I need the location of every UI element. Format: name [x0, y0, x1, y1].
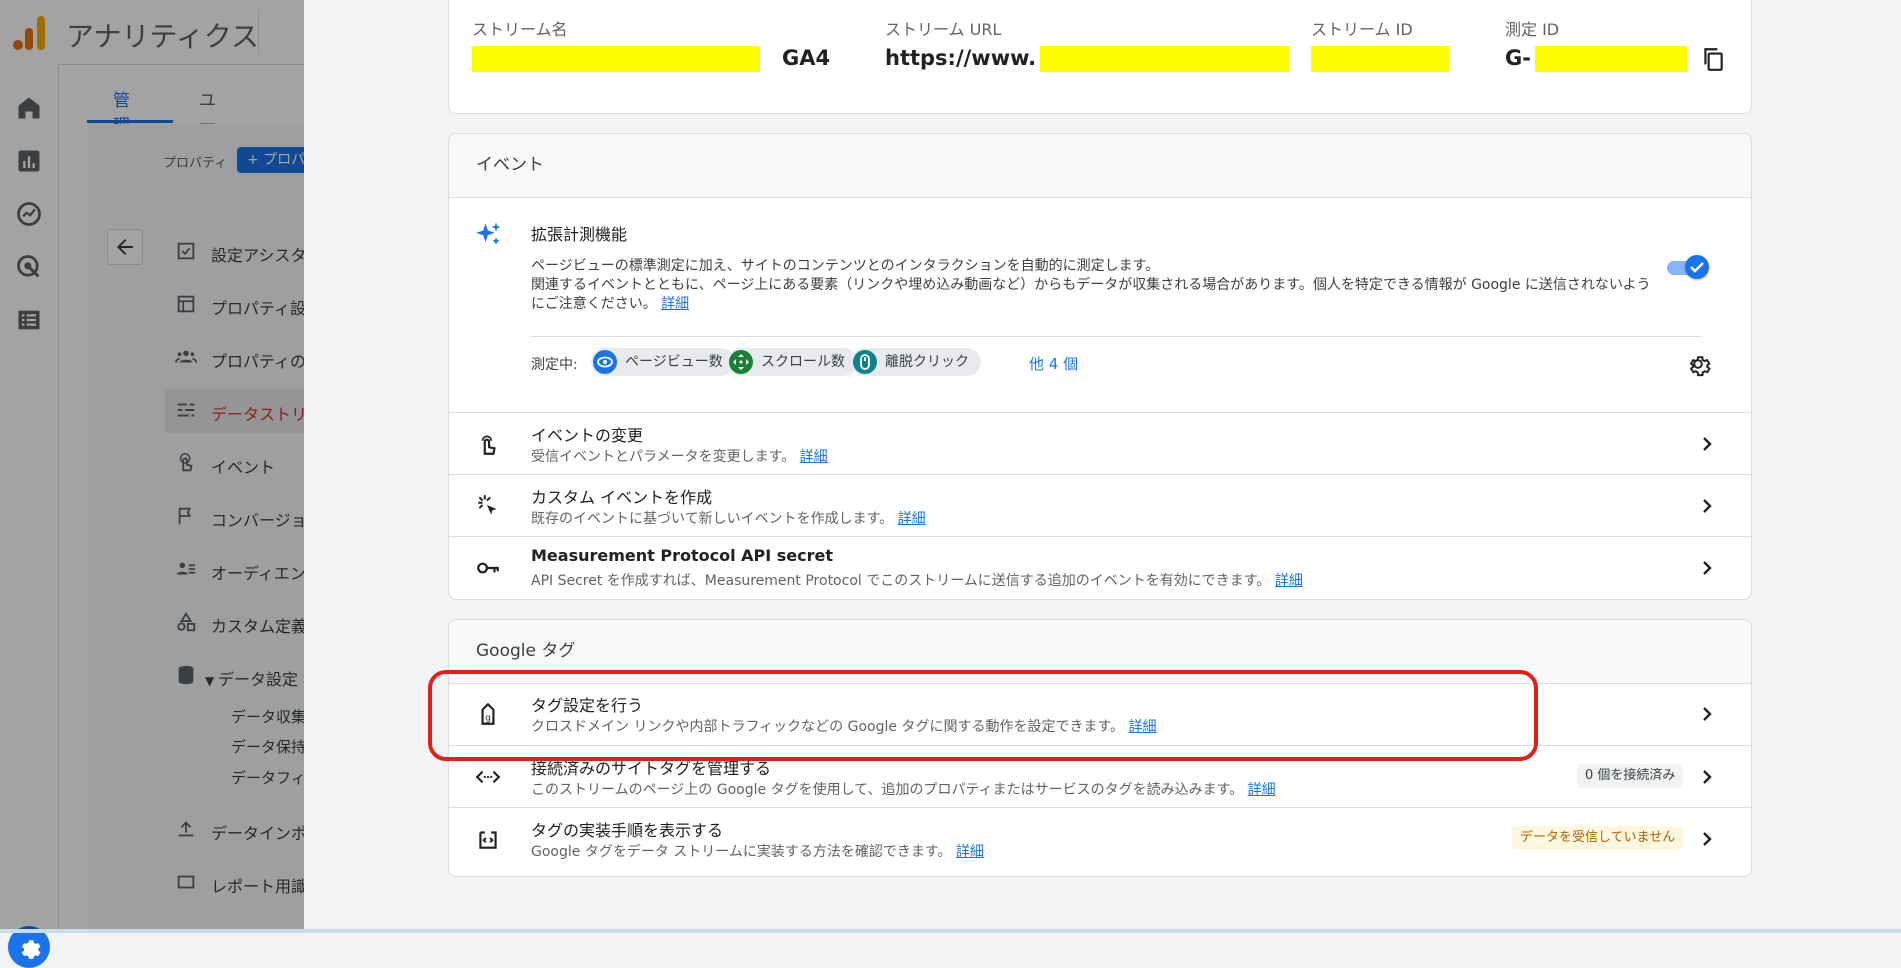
chevron-right-icon	[1703, 832, 1712, 846]
chip-page-views: ページビュー数	[591, 348, 735, 376]
learn-more-link[interactable]: 詳細	[1275, 573, 1303, 589]
status-badge: データを受信していません	[1512, 826, 1684, 850]
events-card-title: イベント	[449, 134, 1751, 198]
connected-count-badge: 0 個を接続済み	[1577, 764, 1684, 788]
chip-outbound-clicks: 離脱クリック	[851, 348, 981, 376]
stream-id-field: ストリーム ID	[1311, 16, 1449, 72]
eye-icon	[593, 350, 617, 374]
chevron-right-icon	[1703, 437, 1712, 451]
chevron-right-icon	[1703, 770, 1712, 784]
modify-events-row[interactable]: イベントの変更 受信イベントとパラメータを変更します。 詳細	[449, 412, 1751, 474]
learn-more-link[interactable]: 詳細	[1248, 782, 1276, 798]
chevron-right-icon	[1703, 561, 1712, 575]
learn-more-link[interactable]: 詳細	[956, 844, 984, 860]
stream-details-panel: ストリーム名 GA4 ストリーム URL https://www. ストリーム …	[304, 0, 1901, 933]
stream-name-field: ストリーム名 GA4	[472, 20, 831, 72]
chip-scrolls: スクロール数	[727, 348, 857, 376]
code-box-icon	[479, 831, 497, 849]
redacted-block	[1534, 46, 1687, 72]
configure-tag-settings-row[interactable]: g タグ設定を行う クロスドメイン リンクや内部トラフィックなどの Google…	[449, 683, 1751, 745]
stream-info-card: ストリーム名 GA4 ストリーム URL https://www. ストリーム …	[448, 0, 1752, 114]
chevron-right-icon	[1703, 707, 1712, 721]
redacted-block	[1311, 46, 1449, 72]
divider	[531, 336, 1701, 337]
learn-more-link[interactable]: 詳細	[1129, 719, 1157, 735]
chevron-right-icon	[1703, 499, 1712, 513]
copy-icon[interactable]	[1700, 46, 1726, 72]
measurement-protocol-row[interactable]: Measurement Protocol API secret API Secr…	[449, 536, 1751, 598]
check-icon	[1690, 262, 1704, 273]
key-icon	[477, 562, 499, 574]
bottom-strip	[0, 929, 1901, 933]
code-arrows-icon	[475, 770, 501, 784]
enhanced-measurement-section: 拡張計測機能 ページビューの標準測定に加え、サイトのコンテンツとのインタラクショ…	[449, 197, 1751, 412]
svg-text:g: g	[485, 714, 491, 724]
stream-url-field: ストリーム URL https://www.	[885, 16, 1291, 72]
google-tag-card-title: Google タグ	[449, 620, 1751, 684]
more-events-link[interactable]: 他 4 個	[1029, 353, 1078, 374]
google-tag-card: Google タグ g タグ設定を行う クロスドメイン リンクや内部トラフィック…	[448, 619, 1752, 877]
enhanced-measurement-description: ページビューの標準測定に加え、サイトのコンテンツとのインタラクションを自動的に測…	[531, 258, 1651, 312]
measurement-id-field: 測定 ID G-	[1505, 16, 1726, 72]
manage-connected-site-tags-row[interactable]: 接続済みのサイトタグを管理する このストリームのページ上の Google タグを…	[449, 745, 1751, 807]
gear-icon[interactable]	[1685, 351, 1711, 377]
sparkle-click-icon	[478, 495, 497, 515]
sparkle-icon	[476, 222, 501, 245]
redacted-block	[1040, 46, 1291, 72]
redacted-block	[472, 46, 760, 72]
learn-more-link[interactable]: 詳細	[661, 296, 689, 312]
events-card: イベント 拡張計測機能 ページビューの標準測定に加え、サイトのコンテンツとのイン…	[448, 133, 1752, 600]
enhanced-measurement-title: 拡張計測機能	[531, 225, 628, 244]
touch-icon	[481, 435, 496, 455]
mouse-icon	[853, 350, 877, 374]
create-custom-event-row[interactable]: カスタム イベントを作成 既存のイベントに基づいて新しいイベントを作成します。 …	[449, 474, 1751, 536]
tag-icon: g	[481, 702, 495, 725]
learn-more-link[interactable]: 詳細	[898, 511, 926, 527]
learn-more-link[interactable]: 詳細	[800, 449, 828, 465]
enhanced-measurement-toggle[interactable]	[1665, 255, 1709, 279]
view-tag-instructions-row[interactable]: タグの実装手順を表示する Google タグをデータ ストリームに実装する方法を…	[449, 807, 1751, 869]
scroll-icon	[729, 350, 753, 374]
